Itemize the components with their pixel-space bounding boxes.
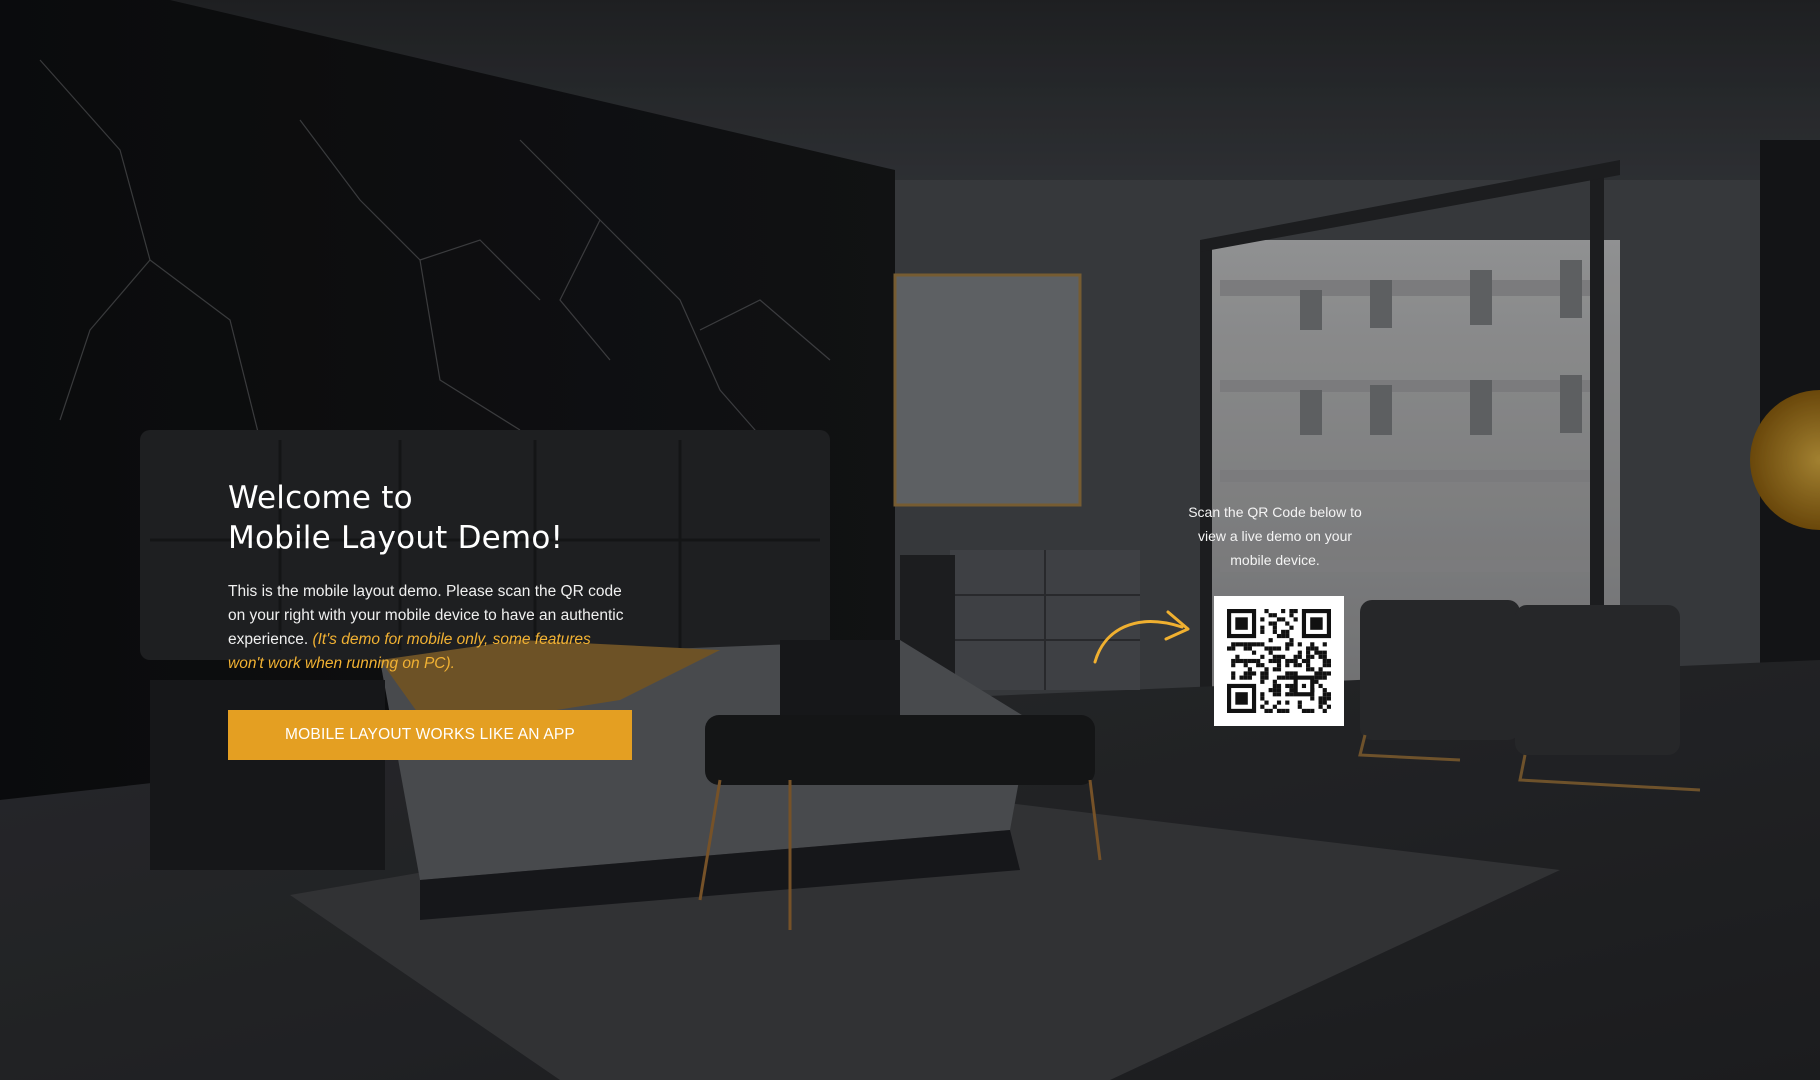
qr-panel: Scan the QR Code below to view a live de… xyxy=(1185,500,1365,726)
mobile-layout-cta-button[interactable]: MOBILE LAYOUT WORKS LIKE AN APP xyxy=(228,710,632,760)
hero-description: This is the mobile layout demo. Please s… xyxy=(228,580,628,676)
qr-code-graphic xyxy=(1227,609,1331,713)
curved-arrow-icon xyxy=(1093,610,1190,664)
title-line-1: Welcome to xyxy=(228,480,413,516)
page-title: Welcome to Mobile Layout Demo! xyxy=(228,478,648,558)
qr-code-icon xyxy=(1214,596,1344,726)
page: Welcome to Mobile Layout Demo! This is t… xyxy=(0,0,1820,1080)
hero-section: Welcome to Mobile Layout Demo! This is t… xyxy=(228,478,648,760)
title-line-2: Mobile Layout Demo! xyxy=(228,520,564,556)
qr-caption: Scan the QR Code below to view a live de… xyxy=(1188,504,1362,568)
